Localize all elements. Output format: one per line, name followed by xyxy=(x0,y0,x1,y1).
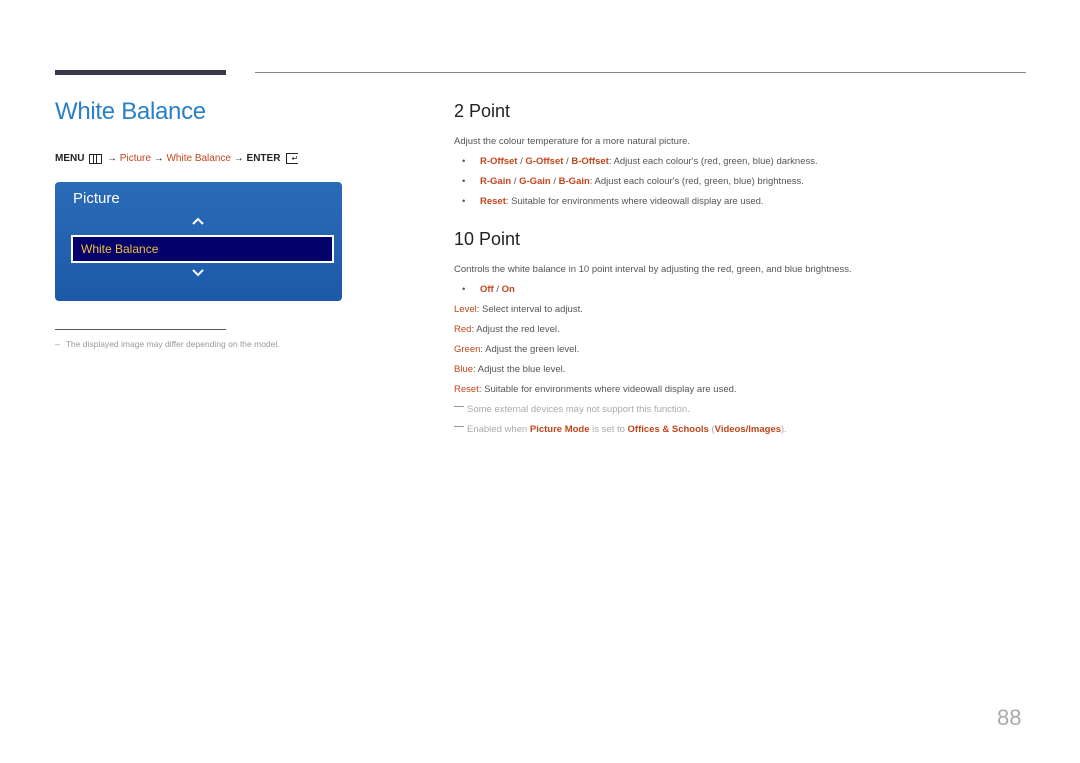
list-item: • Reset: Suitable for environments where … xyxy=(462,196,764,207)
chevron-down-icon[interactable] xyxy=(191,268,205,278)
menu-icon xyxy=(89,153,103,164)
section-intro: Adjust the colour temperature for a more… xyxy=(454,136,691,147)
breadcrumb: MENU → Picture → White Balance → ENTER ↵ xyxy=(55,153,299,165)
term: B-Offset xyxy=(571,156,609,167)
note-text: ). xyxy=(781,424,787,435)
note: Some external devices may not support th… xyxy=(454,404,690,415)
item-red: Red: Adjust the red level. xyxy=(454,324,560,335)
term: G-Offset xyxy=(525,156,564,167)
header-rule-thick xyxy=(55,70,226,75)
description: : Adjust each colour's (red, green, blue… xyxy=(589,176,804,187)
note-text: is set to xyxy=(589,424,628,435)
item-level: Level: Select interval to adjust. xyxy=(454,304,583,315)
breadcrumb-enter: ENTER xyxy=(246,153,281,165)
term: Red xyxy=(454,324,472,335)
section-heading-10-point: 10 Point xyxy=(454,229,521,249)
separator: / xyxy=(511,176,520,187)
list-item: • R-Offset / G-Offset / B-Offset: Adjust … xyxy=(462,156,818,167)
note-dash xyxy=(454,406,464,407)
breadcrumb-arrow: → xyxy=(233,153,244,165)
term: R-Offset xyxy=(480,156,518,167)
footnote: – The displayed image may differ dependin… xyxy=(55,339,280,349)
separator: / xyxy=(550,176,559,187)
term: Reset xyxy=(454,384,479,395)
term: Offices & Schools xyxy=(627,424,709,435)
note-text: Enabled when xyxy=(467,424,530,435)
description: : Select interval to adjust. xyxy=(476,304,583,315)
item-reset: Reset: Suitable for environments where v… xyxy=(454,384,737,395)
breadcrumb-menu: MENU xyxy=(55,153,85,165)
footnote-text: The displayed image may differ depending… xyxy=(65,339,280,349)
description: : Suitable for environments where videow… xyxy=(478,384,737,395)
term: G-Gain xyxy=(519,176,551,187)
section-heading-2-point: 2 Point xyxy=(454,101,511,121)
note-dash xyxy=(454,426,464,427)
bullet-icon: • xyxy=(462,196,466,207)
section-intro: Controls the white balance in 10 point i… xyxy=(454,264,852,275)
bullet-icon: • xyxy=(462,156,466,167)
option-on: On xyxy=(501,284,515,295)
term: Reset xyxy=(480,196,506,207)
footnote-dash: – xyxy=(55,339,60,349)
osd-selected-item[interactable]: White Balance xyxy=(71,235,334,263)
description: : Adjust the red level. xyxy=(471,324,560,335)
term: B-Gain xyxy=(558,176,590,187)
bullet-icon: • xyxy=(462,284,466,295)
footnote-divider xyxy=(55,329,226,330)
option-off: Off xyxy=(480,284,494,295)
osd-title: Picture xyxy=(73,190,120,207)
breadcrumb-picture: Picture xyxy=(119,153,151,165)
separator: / xyxy=(493,284,502,295)
term: Green xyxy=(454,344,481,355)
page-title: White Balance xyxy=(55,98,206,125)
page-number: 88 xyxy=(997,705,1022,730)
item-blue: Blue: Adjust the blue level. xyxy=(454,364,565,375)
description: : Suitable for environments where videow… xyxy=(505,196,764,207)
breadcrumb-arrow: → xyxy=(153,153,164,165)
item-green: Green: Adjust the green level. xyxy=(454,344,579,355)
chevron-up-icon[interactable] xyxy=(191,216,205,226)
note: Enabled when Picture Mode is set to Offi… xyxy=(454,424,787,435)
term: Blue xyxy=(454,364,474,375)
term: Picture Mode xyxy=(529,424,590,435)
list-item: • R-Gain / G-Gain / B-Gain: Adjust each c… xyxy=(462,176,804,187)
term: R-Gain xyxy=(480,176,512,187)
bullet-icon: • xyxy=(462,176,466,187)
note-text: Some external devices may not support th… xyxy=(467,404,690,415)
term: Level xyxy=(454,304,477,315)
description: : Adjust the blue level. xyxy=(473,364,566,375)
term: Videos/Images xyxy=(714,424,782,435)
header-rule-thin xyxy=(255,72,1026,73)
breadcrumb-white-balance: White Balance xyxy=(166,153,231,165)
breadcrumb-arrow: → xyxy=(107,153,118,165)
enter-icon: ↵ xyxy=(286,153,299,164)
description: : Adjust each colour's (red, green, blue… xyxy=(608,156,818,167)
list-item: • Off / On xyxy=(462,284,515,295)
description: : Adjust the green level. xyxy=(480,344,580,355)
osd-menu-panel: Picture White Balance xyxy=(55,182,342,301)
